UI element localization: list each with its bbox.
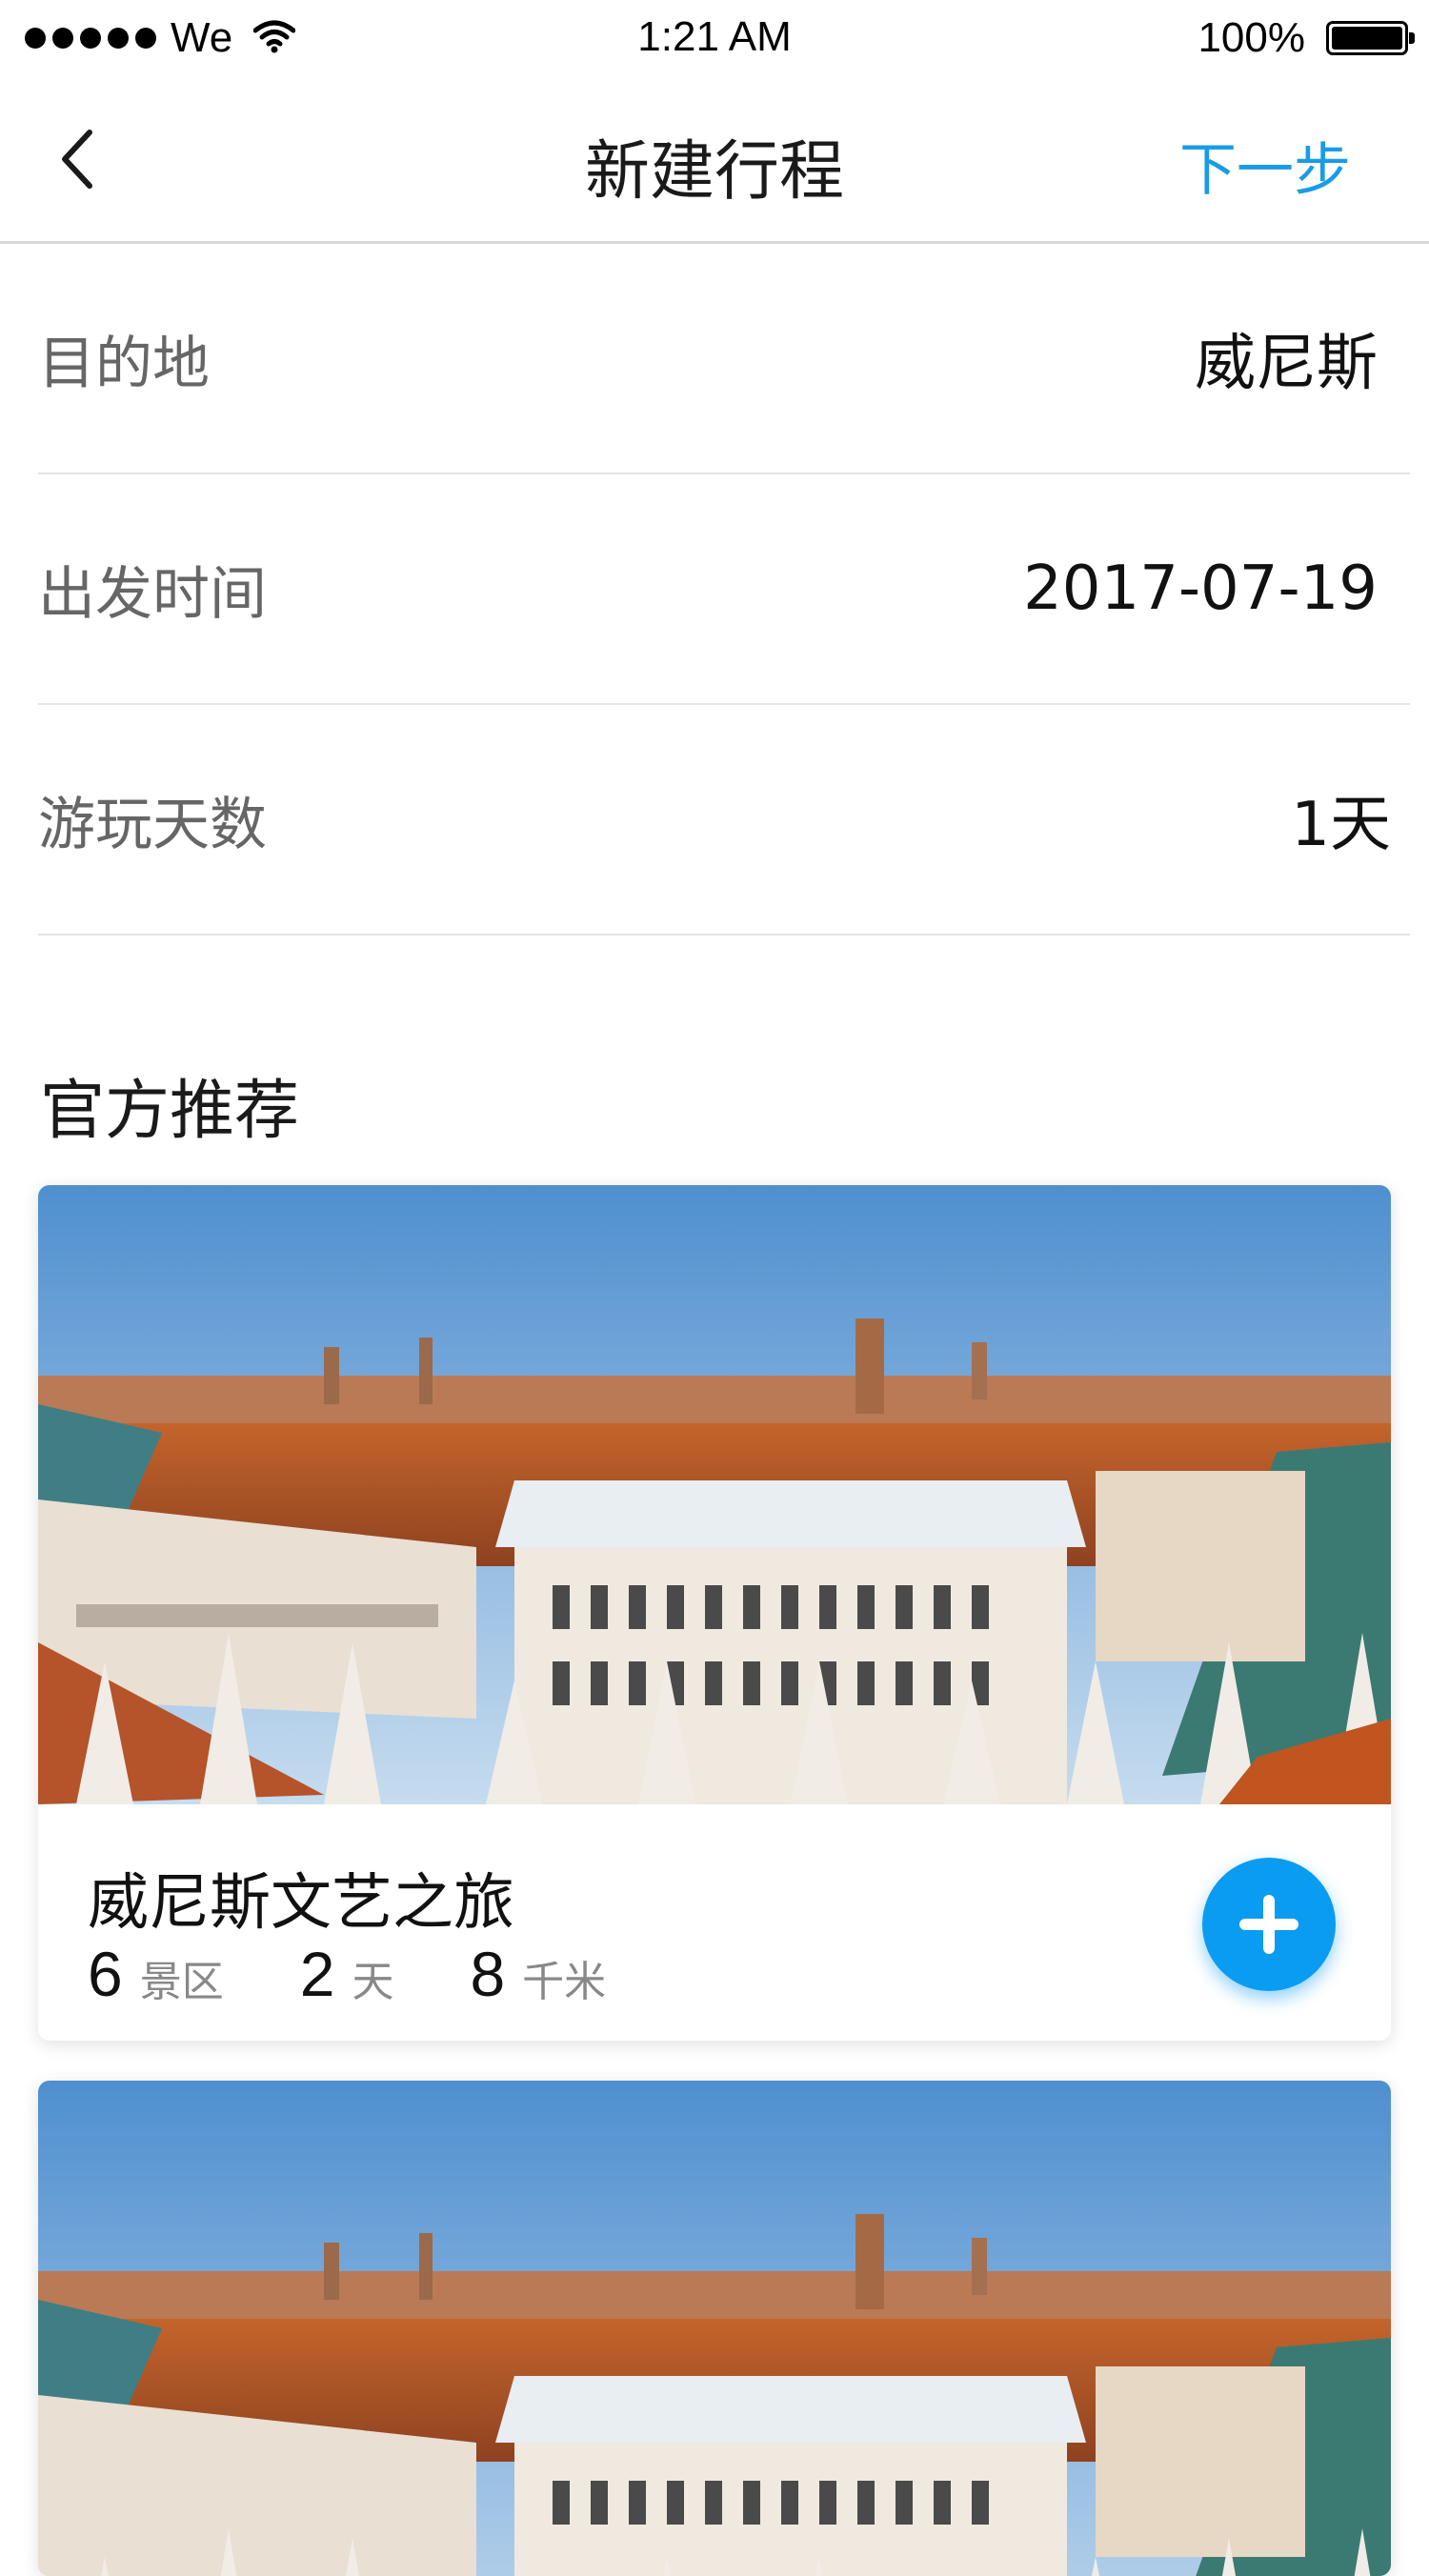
add-itinerary-button[interactable]	[1202, 1858, 1336, 1991]
recommendation-card[interactable]	[38, 2081, 1391, 2576]
venice-photo	[38, 1185, 1391, 1804]
section-title: 官方推荐	[40, 1074, 300, 1149]
stat-sights-unit: 景区	[139, 1958, 224, 2006]
status-bar: We 1:21 AM 100%	[0, 0, 1429, 78]
stat-days-unit: 天	[352, 1958, 394, 2006]
nav-bar: 新建行程 下一步	[0, 78, 1429, 244]
card-title: 威尼斯文艺之旅	[88, 1868, 514, 1939]
card-stats: 6 景区 2 天 8 千米	[88, 1938, 682, 2010]
destination-value: 威尼斯	[1195, 329, 1378, 399]
trip-form: 目的地 威尼斯 出发时间 2017-07-19 游玩天数 1天	[38, 244, 1410, 936]
destination-label: 目的地	[38, 330, 210, 397]
stat-days: 2 天	[300, 1938, 394, 2010]
destination-row[interactable]: 目的地 威尼斯	[38, 244, 1410, 474]
next-step-button[interactable]: 下一步	[1179, 124, 1351, 207]
departure-label: 出发时间	[38, 560, 267, 628]
status-right: 100%	[1198, 13, 1415, 63]
stat-distance: 8 千米	[470, 1938, 606, 2010]
plus-icon	[1239, 1895, 1298, 1954]
stat-sights: 6 景区	[88, 1938, 224, 2010]
stat-sights-value: 6	[88, 1939, 123, 2009]
days-row[interactable]: 游玩天数 1天	[38, 705, 1410, 936]
stat-distance-value: 8	[470, 1939, 506, 2009]
departure-row[interactable]: 出发时间 2017-07-19	[38, 474, 1410, 705]
recommendation-card[interactable]: 威尼斯文艺之旅 6 景区 2 天 8 千米	[38, 1185, 1391, 2041]
departure-value: 2017-07-19	[1023, 553, 1378, 624]
stat-days-value: 2	[299, 1939, 335, 2009]
stat-distance-unit: 千米	[522, 1958, 607, 2006]
card-body: 威尼斯文艺之旅 6 景区 2 天 8 千米	[38, 1804, 1391, 2041]
battery-icon	[1326, 21, 1415, 55]
days-label: 游玩天数	[38, 791, 267, 858]
battery-percent: 100%	[1198, 14, 1305, 61]
venice-photo	[38, 2081, 1391, 2576]
days-value: 1天	[1291, 790, 1391, 860]
